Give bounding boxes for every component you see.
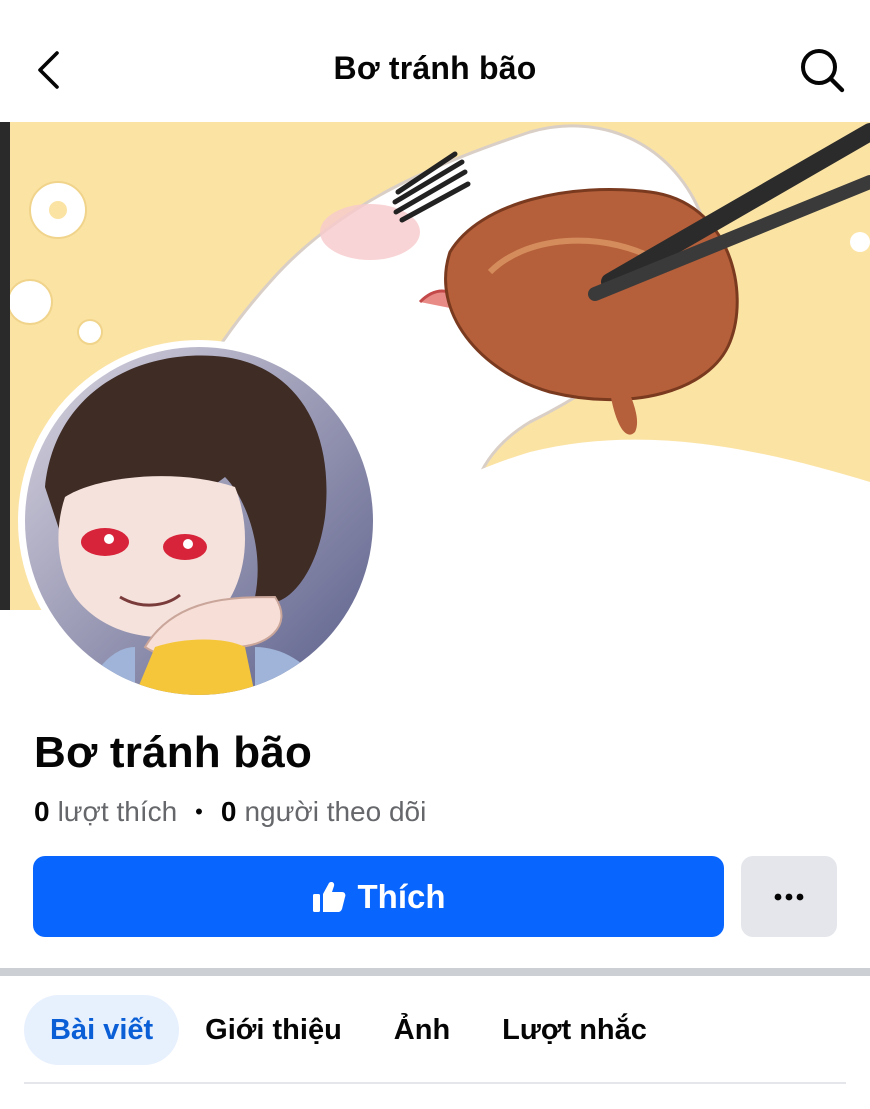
search-icon [801, 49, 845, 93]
like-button[interactable]: Thích [33, 856, 724, 937]
likes-label[interactable]: lượt thích [58, 796, 178, 828]
avatar-illustration [25, 347, 373, 695]
tab-photos[interactable]: Ảnh [368, 995, 476, 1065]
section-divider [0, 968, 870, 976]
profile-avatar[interactable] [18, 340, 380, 702]
top-bar: Bơ tránh bão [0, 0, 870, 122]
thumbs-up-icon [312, 881, 345, 912]
stats-separator: • [195, 799, 203, 824]
more-options-button[interactable] [741, 856, 837, 937]
likes-count: 0 [34, 796, 50, 827]
page-title: Bơ tránh bão [333, 50, 537, 86]
tab-mentions[interactable]: Lượt nhắc [476, 995, 673, 1065]
cover-edge [0, 122, 10, 610]
more-icon [774, 893, 804, 900]
tabs-bottom-divider [24, 1082, 846, 1084]
tab-posts[interactable]: Bài viết [24, 995, 180, 1065]
page-stats: 0 lượt thích • 0 người theo dõi [34, 796, 426, 828]
like-button-label: Thích [357, 877, 446, 915]
tab-about[interactable]: Giới thiệu [179, 995, 368, 1065]
profile-tabs: Bài viết Giới thiệu Ảnh Lượt nhắc [24, 994, 673, 1066]
page-name: Bơ tránh bão [34, 728, 313, 777]
followers-count: 0 [220, 796, 237, 827]
search-button[interactable] [794, 42, 850, 98]
followers-label[interactable]: người theo dõi [244, 796, 426, 828]
